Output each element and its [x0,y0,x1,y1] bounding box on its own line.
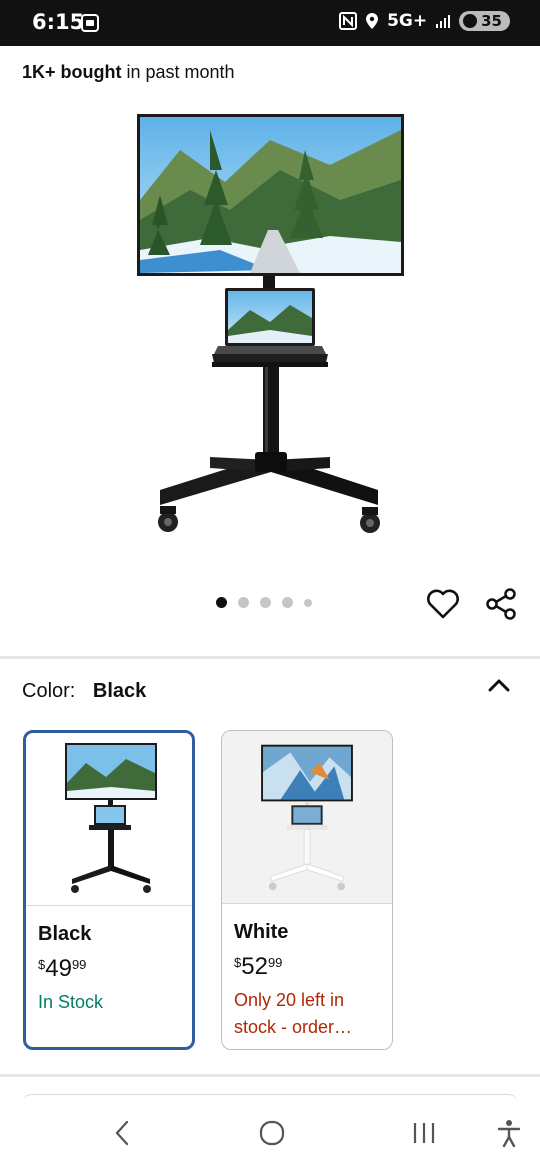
battery-icon: 35 [459,11,510,31]
price-fraction: 99 [71,957,87,972]
pagination-dot[interactable] [216,597,227,608]
color-selected-value: Black [92,680,147,702]
back-icon[interactable] [112,1118,132,1148]
pagination-dot[interactable] [304,598,312,607]
chevron-up-icon[interactable] [486,674,512,696]
camera-icon [81,14,99,32]
stock-status: In Stock [38,992,104,1012]
price-symbol: $ [234,955,242,970]
swatch-price: $4999 [38,955,86,983]
swatch-name: Black [38,923,92,945]
home-icon[interactable] [258,1120,286,1146]
swatch-image [222,731,392,904]
signal-icon [436,15,451,28]
nfc-icon [339,12,358,30]
pagination-dot[interactable] [282,597,293,608]
pagination-dot[interactable] [260,597,271,608]
swatch-white[interactable]: White $5299 Only 20 left in stock - orde… [221,730,393,1050]
swatch-price: $5299 [234,953,282,981]
bought-count-bold: 1K+ bought [22,62,122,82]
status-bar: 6:15 5G+ 35 [0,0,540,46]
accessibility-icon[interactable] [496,1118,522,1148]
stock-status: Only 20 left in stock - order… [234,990,353,1037]
heart-icon[interactable] [425,587,461,621]
share-icon[interactable] [484,587,520,621]
product-image[interactable] [130,110,410,550]
pagination-dot[interactable] [238,597,249,608]
color-label: Color: [22,680,76,702]
bought-count: 1K+ bought in past month [22,62,235,83]
recent-apps-icon[interactable] [410,1120,438,1146]
status-time: 6:15 [32,10,85,34]
section-divider [0,1074,540,1077]
status-indicators: 5G+ 35 [339,11,510,31]
price-fraction: 99 [267,955,283,970]
price-whole: 52 [241,953,268,980]
section-divider [0,656,540,659]
bought-count-rest: in past month [121,62,235,82]
network-type: 5G+ [387,11,428,31]
swatch-black[interactable]: Black $4999 In Stock [23,730,195,1050]
image-pagination[interactable] [216,597,312,608]
price-whole: 49 [45,955,72,982]
swatch-name: White [234,921,289,943]
price-symbol: $ [38,957,46,972]
swatch-image [26,743,192,906]
location-icon [366,13,379,29]
color-selector-header[interactable]: Color: Black [22,680,146,703]
